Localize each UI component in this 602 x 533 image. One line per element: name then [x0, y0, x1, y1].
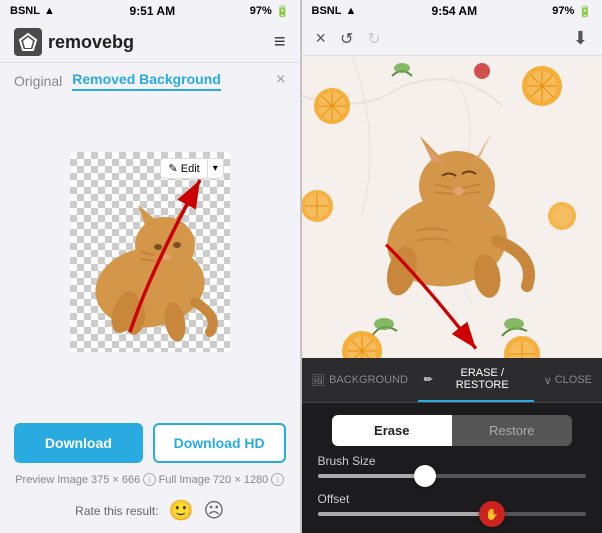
- erase-tab-icon: ✏: [424, 373, 433, 386]
- preview-label: Preview Image: [15, 474, 88, 486]
- hamburger-menu[interactable]: ≡: [274, 31, 286, 54]
- close-chevron-icon: ∨: [544, 374, 552, 387]
- bottom-toolbar: 🖼 BACKGROUND ✏ ERASE / RESTORE ∨ CLOSE E…: [302, 358, 602, 533]
- redo-button[interactable]: ↻: [367, 29, 380, 49]
- offset-thumb-icon: ✋: [485, 508, 499, 521]
- background-tab-label: BACKGROUND: [329, 374, 408, 386]
- left-carrier: BSNL: [10, 5, 40, 17]
- left-time: 9:51 AM: [130, 4, 176, 18]
- brush-size-label: Brush Size: [318, 454, 587, 468]
- toolbar-tabs: 🖼 BACKGROUND ✏ ERASE / RESTORE ∨ CLOSE: [302, 358, 602, 403]
- brush-size-fill: [318, 474, 425, 478]
- right-status-left: BSNL ▲: [312, 5, 357, 17]
- brush-size-thumb[interactable]: [414, 465, 436, 487]
- left-status-left: BSNL ▲: [10, 5, 55, 17]
- logo-area: removebg: [14, 28, 134, 56]
- right-battery: 97%: [552, 5, 574, 17]
- cat-svg: [80, 157, 220, 347]
- toolbar-tab-background[interactable]: 🖼 BACKGROUND: [302, 365, 418, 396]
- full-label: Full Image: [159, 474, 210, 486]
- logo-icon: [14, 28, 42, 56]
- offset-section: Offset ✋: [302, 492, 602, 530]
- left-panel: BSNL ▲ 9:51 AM 97% 🔋 removebg ≡ Original…: [0, 0, 301, 533]
- preview-size: 375 × 666: [91, 474, 140, 486]
- undo-button[interactable]: ↺: [340, 29, 353, 49]
- right-carrier: BSNL: [312, 5, 342, 17]
- right-wifi-icon: ▲: [345, 5, 356, 17]
- right-battery-icon: 🔋: [578, 5, 592, 18]
- right-image-svg: [302, 56, 602, 358]
- right-time: 9:54 AM: [432, 4, 478, 18]
- download-buttons-row: Download Download HD: [0, 413, 300, 473]
- offset-track[interactable]: ✋: [318, 512, 587, 516]
- image-container: ✎ Edit ▾: [70, 152, 230, 352]
- right-panel: BSNL ▲ 9:54 AM 97% 🔋 × ↺ ↻ ⬇: [302, 0, 602, 533]
- left-battery: 97%: [250, 5, 272, 17]
- offset-label: Offset: [318, 492, 587, 506]
- left-wifi-icon: ▲: [44, 5, 55, 17]
- offset-fill: [318, 512, 493, 516]
- rating-label: Rate this result:: [75, 504, 158, 518]
- download-hd-button[interactable]: Download HD: [153, 423, 286, 463]
- preview-info: Preview Image 375 × 666 i: [15, 473, 156, 486]
- cat-image: [70, 152, 230, 352]
- restore-button[interactable]: Restore: [452, 415, 572, 446]
- right-close-button[interactable]: ×: [316, 28, 327, 49]
- edit-button-group: ✎ Edit ▾: [160, 158, 223, 179]
- left-status-bar: BSNL ▲ 9:51 AM 97% 🔋: [0, 0, 300, 22]
- right-image-area: [302, 56, 602, 358]
- full-info: Full Image 720 × 1280 i: [159, 473, 285, 486]
- erase-restore-row: Erase Restore: [302, 403, 602, 454]
- edit-dropdown-button[interactable]: ▾: [207, 158, 224, 179]
- left-image-area: ✎ Edit ▾: [0, 91, 300, 413]
- full-size: 720 × 1280: [213, 474, 268, 486]
- left-battery-icon: 🔋: [276, 5, 290, 18]
- left-nav-bar: removebg ≡: [0, 22, 300, 63]
- erase-button[interactable]: Erase: [332, 415, 452, 446]
- right-status-bar: BSNL ▲ 9:54 AM 97% 🔋: [302, 0, 602, 22]
- full-info-icon[interactable]: i: [271, 473, 284, 486]
- brush-size-section: Brush Size: [302, 454, 602, 492]
- right-download-button[interactable]: ⬇: [573, 28, 588, 49]
- background-tab-icon: 🖼: [311, 374, 325, 387]
- right-status-right: 97% 🔋: [552, 5, 592, 18]
- edit-button[interactable]: ✎ Edit: [160, 158, 206, 179]
- tabs-row: Original Removed Background ×: [0, 63, 300, 91]
- emoji-happy[interactable]: 🙂: [169, 498, 194, 523]
- info-row: Preview Image 375 × 666 i Full Image 720…: [0, 473, 300, 494]
- left-status-right: 97% 🔋: [250, 5, 290, 18]
- emoji-sad[interactable]: ☹: [203, 498, 224, 523]
- right-nav-bar: × ↺ ↻ ⬇: [302, 22, 602, 56]
- tab-removed-background[interactable]: Removed Background: [72, 71, 221, 91]
- tab-close-button[interactable]: ×: [276, 71, 285, 89]
- rating-row: Rate this result: 🙂 ☹: [0, 494, 300, 533]
- erase-tab-label: ERASE / RESTORE: [437, 367, 528, 391]
- preview-info-icon[interactable]: i: [143, 473, 156, 486]
- toolbar-close-tab[interactable]: ∨ CLOSE: [534, 365, 602, 396]
- close-tab-label: CLOSE: [555, 374, 592, 386]
- offset-thumb[interactable]: ✋: [479, 501, 505, 527]
- logo-text: removebg: [48, 32, 134, 53]
- right-nav-left: × ↺ ↻: [316, 28, 381, 49]
- download-button[interactable]: Download: [14, 423, 143, 463]
- tab-original[interactable]: Original: [14, 73, 62, 89]
- brush-size-track[interactable]: [318, 474, 587, 478]
- toolbar-tab-erase-restore[interactable]: ✏ ERASE / RESTORE: [418, 358, 534, 402]
